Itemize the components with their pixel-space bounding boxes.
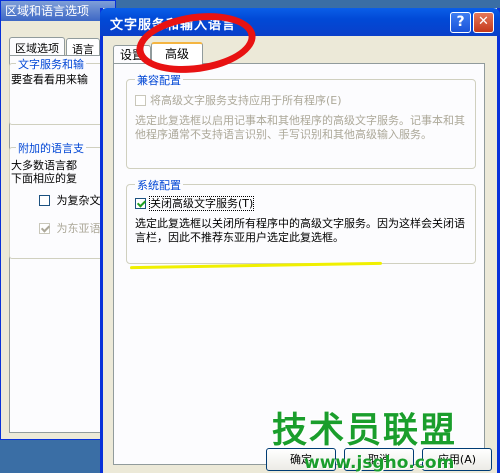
east-asian-label: 为东亚语 xyxy=(56,221,101,235)
supplemental-description-2: 下面相应的复 xyxy=(11,172,77,185)
disable-advanced-services-option[interactable]: 关闭高级文字服务(T) xyxy=(135,195,255,211)
text-services-description: 要查看看用来输 xyxy=(11,73,88,86)
region-language-window: 区域和语言选项 区域选项 语言 文字服务和输 要查看看用来输 附加的语言支 大多数… xyxy=(0,0,130,440)
site-watermark: 技术员联盟 www.jsgho.com xyxy=(272,402,494,473)
watermark-url: www.jsgho.com xyxy=(304,453,455,473)
complex-script-label: 为复杂文 xyxy=(56,193,101,207)
system-config-group: 系统配置 关闭高级文字服务(T) 选定此复选框以关闭所有程序中的高级文字服务。因… xyxy=(126,177,476,264)
compat-checkbox-label: 将高级文字服务支持应用于所有程序(E) xyxy=(150,94,342,107)
system-config-title: 系统配置 xyxy=(135,177,183,193)
disable-advanced-services-label: 关闭高级文字服务(T) xyxy=(148,196,255,211)
complex-script-option[interactable]: 为复杂文 xyxy=(39,193,101,207)
east-asian-option[interactable]: 为东亚语 xyxy=(39,221,101,235)
compat-config-title: 兼容配置 xyxy=(135,72,183,88)
supplemental-language-group-title: 附加的语言支 xyxy=(16,140,86,156)
compat-checkbox[interactable] xyxy=(135,94,146,106)
compat-config-group: 兼容配置 将高级文字服务支持应用于所有程序(E) 选定此复选框以启用记事本和其他… xyxy=(126,72,476,169)
compat-option[interactable]: 将高级文字服务支持应用于所有程序(E) xyxy=(135,92,342,108)
compat-description: 选定此复选框以启用记事本和其他程序的高级文字服务。记事本和其他程序通常不支持语言… xyxy=(135,114,465,141)
watermark-logo: 技术员联盟 xyxy=(272,411,458,451)
disable-advanced-services-checkbox[interactable] xyxy=(135,197,146,209)
complex-script-checkbox[interactable] xyxy=(39,194,50,206)
region-language-titlebar: 区域和语言选项 xyxy=(1,1,115,21)
supplemental-description-1: 大多数语言都 xyxy=(11,159,77,172)
close-button[interactable]: ✕ xyxy=(473,12,494,33)
system-config-description: 选定此复选框以关闭所有程序中的高级文字服务。因为这样会关闭语言栏，因此不推荐东亚… xyxy=(135,217,465,244)
help-button[interactable]: ? xyxy=(450,12,471,33)
east-asian-checkbox[interactable] xyxy=(39,222,50,234)
text-services-group-title: 文字服务和输 xyxy=(16,56,86,72)
